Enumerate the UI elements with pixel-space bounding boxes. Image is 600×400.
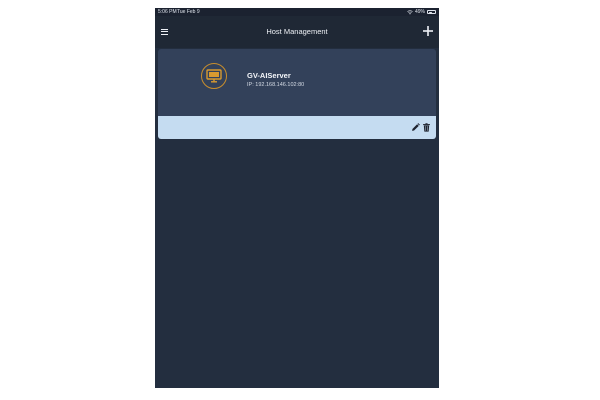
host-avatar — [201, 63, 227, 89]
navigation-bar: Host Management — [155, 16, 439, 48]
plus-icon[interactable] — [422, 25, 434, 37]
trash-icon[interactable] — [422, 123, 431, 132]
host-list-empty-area — [155, 139, 439, 388]
status-date: Tue Feb 9 — [177, 9, 200, 15]
pencil-icon[interactable] — [411, 123, 420, 132]
wifi-icon — [407, 9, 413, 14]
battery-level-fill — [428, 11, 432, 13]
status-time: 5:06 PM — [158, 9, 177, 15]
host-ip-label: IP: — [247, 82, 254, 88]
host-action-bar — [158, 116, 436, 139]
status-bar: 5:06 PM Tue Feb 9 49% — [155, 8, 439, 16]
host-name: GV-AIServer — [247, 71, 291, 80]
battery-icon — [427, 10, 436, 14]
ipad-screen: 5:06 PM Tue Feb 9 49% Host Management GV… — [155, 8, 439, 388]
host-list-item[interactable]: GV-AIServer IP: 192.168.146.102:80 — [158, 49, 436, 116]
battery-percentage: 49% — [414, 9, 425, 15]
host-ip-address: IP: 192.168.146.102:80 — [247, 82, 304, 88]
page-title: Host Management — [266, 27, 328, 36]
monitor-icon — [206, 69, 222, 83]
host-ip-value: 192.168.146.102:80 — [255, 82, 305, 88]
status-indicators: 49% — [407, 8, 436, 16]
